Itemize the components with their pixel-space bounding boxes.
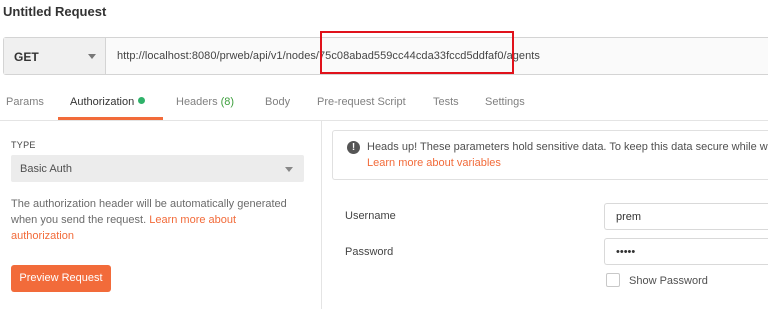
show-password-label[interactable]: Show Password [629,275,708,287]
headers-count-badge: (8) [220,96,235,108]
auth-description: The authorization header will be automat… [11,196,301,244]
tab-body[interactable]: Body [265,96,290,108]
notice-text: Heads up! These parameters hold sensitiv… [367,141,768,153]
method-select[interactable]: GET [4,38,106,74]
chevron-down-icon [285,167,293,172]
tab-tests[interactable]: Tests [433,96,459,108]
tab-settings[interactable]: Settings [485,96,525,108]
password-field[interactable]: ••••• [604,238,768,265]
tab-authorization-label: Authorization [70,96,135,108]
highlight-box [320,31,514,74]
learn-more-variables-link[interactable]: Learn more about variables [367,155,768,171]
info-icon: ! [347,141,360,154]
auth-type-select[interactable]: Basic Auth [11,155,304,182]
password-label: Password [345,246,394,258]
username-field[interactable]: prem [604,203,768,230]
auth-type-label: TYPE [11,140,36,150]
username-label: Username [345,210,396,222]
tab-headers[interactable]: Headers (8) [176,96,234,108]
tab-pre-request-script[interactable]: Pre-request Script [317,96,406,108]
username-value: prem [616,211,642,223]
panel-divider [321,121,322,309]
sensitive-data-notice: ! Heads up! These parameters hold sensit… [332,130,768,180]
tab-headers-label: Headers [176,96,218,108]
preview-request-button[interactable]: Preview Request [11,265,111,292]
active-tab-indicator [58,117,163,120]
show-password-checkbox[interactable] [606,273,620,287]
request-title[interactable]: Untitled Request [3,4,106,19]
chevron-down-icon[interactable] [88,54,96,59]
status-dot-icon [138,97,146,104]
method-label: GET [14,50,39,64]
password-value: ••••• [616,246,636,258]
tab-params[interactable]: Params [6,96,44,108]
tab-authorization[interactable]: Authorization [70,96,146,108]
notice-body: Heads up! These parameters hold sensitiv… [367,139,768,171]
auth-type-value: Basic Auth [20,163,72,175]
